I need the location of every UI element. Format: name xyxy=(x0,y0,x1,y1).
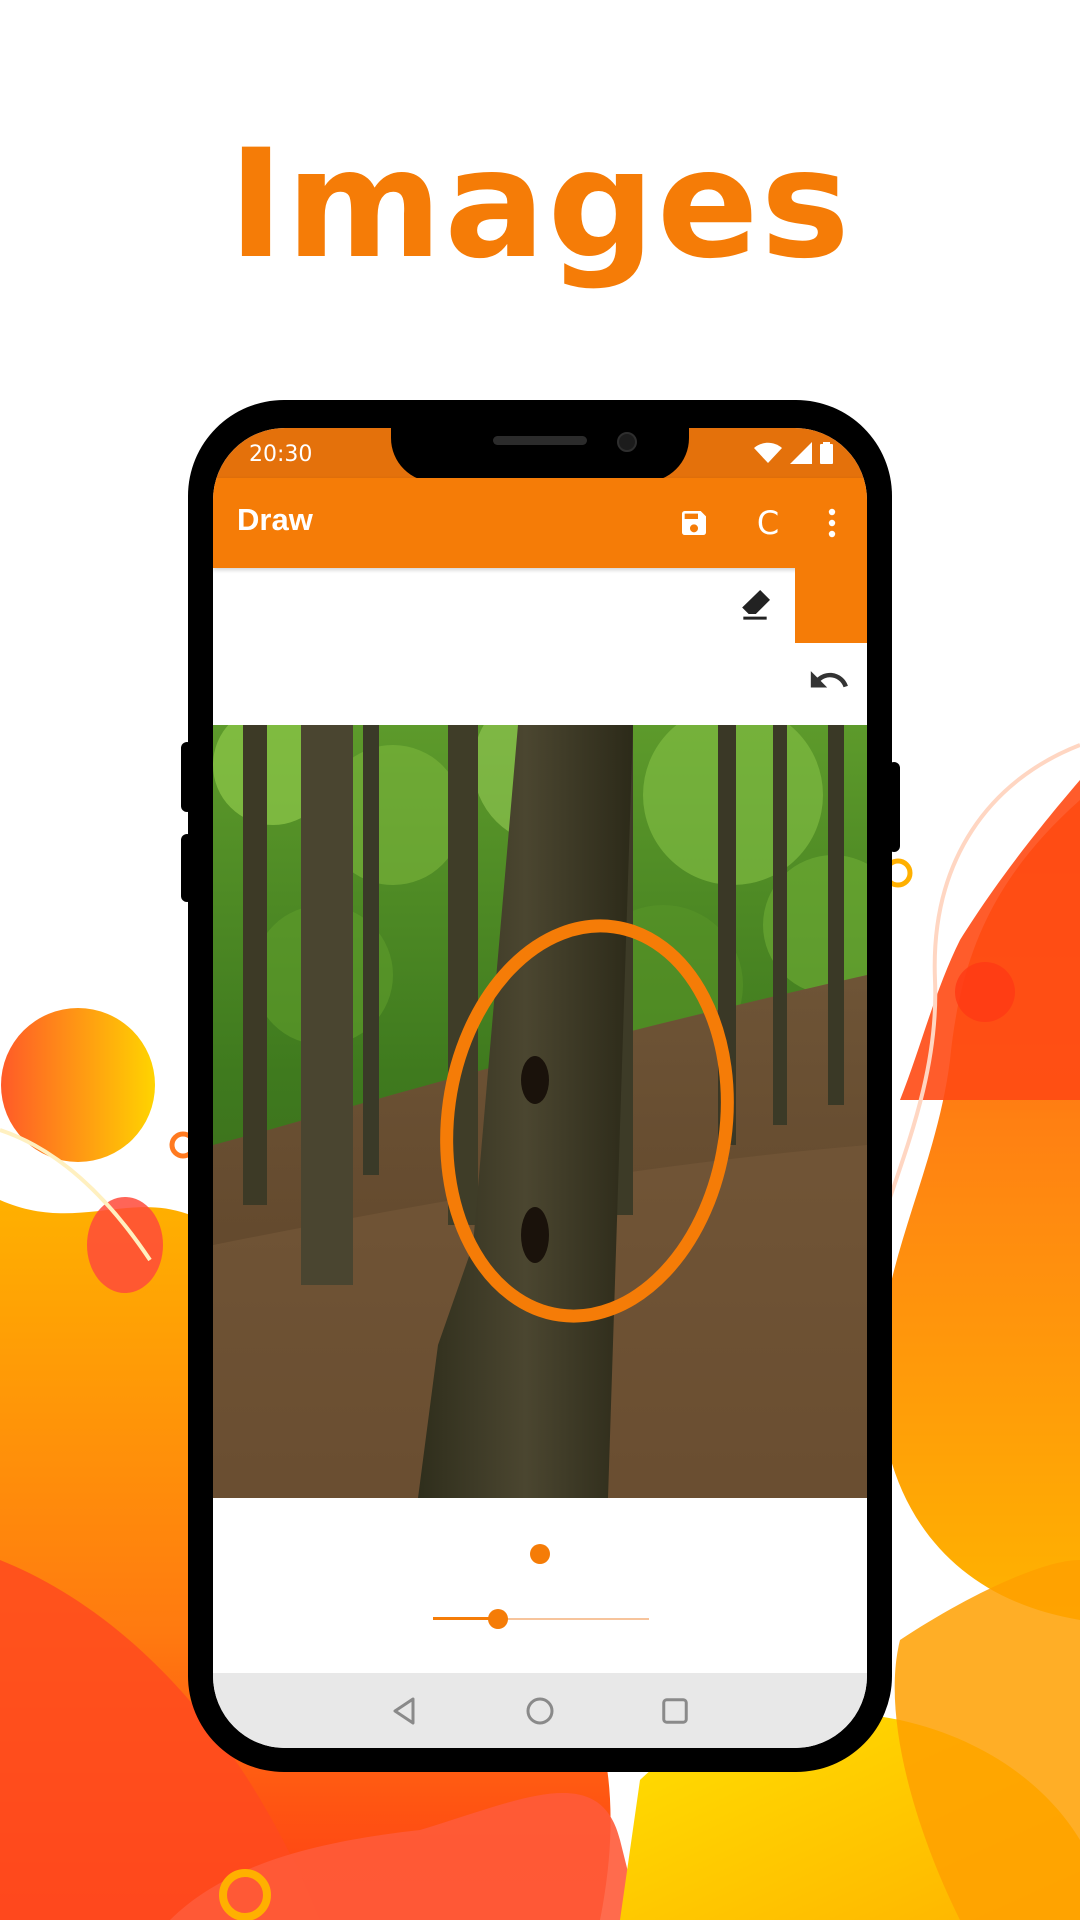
wifi-icon xyxy=(754,442,782,463)
headline: Images xyxy=(228,118,852,292)
overflow-menu-button[interactable] xyxy=(817,498,847,548)
status-bar: 20:30 xyxy=(213,428,867,482)
phone-camera xyxy=(617,432,637,452)
undo-icon xyxy=(810,671,848,688)
color-picker-button[interactable] xyxy=(795,568,867,643)
save-icon xyxy=(682,511,706,535)
save-button[interactable] xyxy=(669,498,719,548)
bg-ball-red xyxy=(87,1197,163,1293)
recents-icon[interactable] xyxy=(657,1693,693,1729)
phone-screen: 20:30 Draw C xyxy=(213,428,867,1748)
eraser-button[interactable] xyxy=(735,584,775,624)
back-icon[interactable] xyxy=(386,1693,422,1729)
system-nav-bar xyxy=(213,1673,867,1748)
brush-size-slider[interactable] xyxy=(433,1604,649,1634)
eraser-icon xyxy=(742,590,770,620)
undo-button[interactable] xyxy=(807,662,851,702)
more-vert-icon xyxy=(828,508,836,538)
battery-icon xyxy=(820,442,833,464)
brush-size-preview xyxy=(530,1544,550,1564)
clear-button[interactable]: C xyxy=(743,498,793,548)
signal-icon xyxy=(790,442,812,464)
bg-shape-right-top xyxy=(900,780,1080,1100)
phone-notch xyxy=(391,428,689,482)
app-bar: Draw C xyxy=(213,478,867,568)
slider-thumb[interactable] xyxy=(487,1609,508,1629)
status-time: 20:30 xyxy=(249,442,313,467)
home-icon[interactable] xyxy=(522,1693,558,1729)
phone-speaker xyxy=(493,436,587,445)
app-bar-title: Draw xyxy=(237,502,313,537)
drawing-canvas[interactable] xyxy=(213,725,867,1498)
forest-photo xyxy=(213,725,867,1498)
bg-ball-right xyxy=(955,962,1015,1022)
